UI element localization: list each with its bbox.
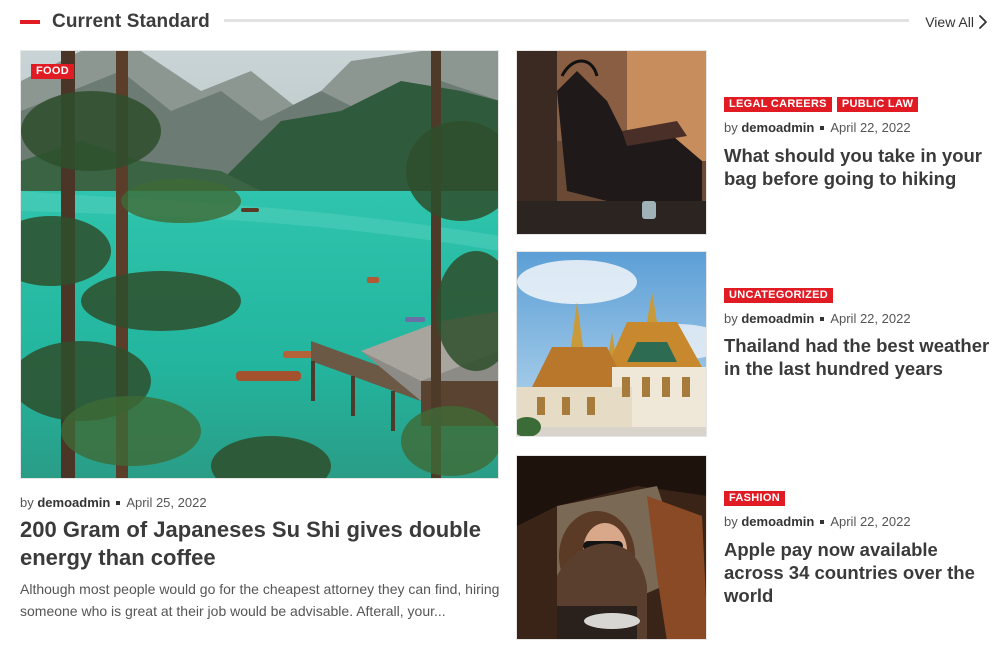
meta-separator-dot: [116, 500, 121, 505]
category-badge[interactable]: FASHION: [724, 491, 785, 506]
post-image[interactable]: [516, 251, 707, 437]
lake-with-boats-image: [21, 51, 498, 478]
meta-date[interactable]: April 22, 2022: [830, 514, 910, 529]
category-badge[interactable]: UNCATEGORIZED: [724, 288, 834, 303]
category-badge[interactable]: PUBLIC LAW: [836, 97, 919, 112]
hiking-bag-image: [517, 51, 706, 234]
meta-by-label: by: [724, 311, 738, 326]
meta-author-link[interactable]: demoadmin: [741, 120, 814, 135]
post-meta: by demoadmin April 22, 2022: [724, 514, 911, 530]
meta-by-label: by: [724, 120, 738, 135]
post-meta: by demoadmin April 22, 2022: [724, 120, 911, 136]
meta-by-label: by: [724, 514, 738, 529]
meta-author-link[interactable]: demoadmin: [37, 495, 110, 510]
woman-in-car-image: [517, 456, 706, 639]
category-badge[interactable]: FOOD: [31, 64, 74, 79]
meta-date[interactable]: April 22, 2022: [830, 311, 910, 326]
post-image[interactable]: [516, 455, 707, 640]
section-divider: [224, 19, 909, 22]
featured-title-link[interactable]: 200 Gram of Japaneses Su Shi gives doubl…: [20, 516, 490, 572]
post-category-badges: UNCATEGORIZED: [724, 288, 834, 303]
section-accent-mark: [20, 20, 40, 24]
category-badge[interactable]: LEGAL CAREERS: [724, 97, 832, 112]
view-all-link[interactable]: View All: [925, 12, 974, 32]
featured-excerpt: Although most people would go for the ch…: [20, 581, 500, 619]
meta-separator-dot: [820, 519, 825, 524]
meta-separator-dot: [820, 316, 825, 321]
post-title-link[interactable]: What should you take in your bag before …: [724, 144, 996, 190]
featured-meta: by demoadmin April 25, 2022: [20, 495, 207, 511]
meta-author-link[interactable]: demoadmin: [741, 514, 814, 529]
thai-temple-image: [517, 252, 706, 436]
post-category-badges: FASHION: [724, 491, 785, 506]
post-meta: by demoadmin April 22, 2022: [724, 311, 911, 327]
post-category-badges: LEGAL CAREERS PUBLIC LAW: [724, 97, 919, 112]
meta-date[interactable]: April 22, 2022: [830, 120, 910, 135]
chevron-right-icon[interactable]: [976, 14, 990, 30]
meta-by-label: by: [20, 495, 34, 510]
post-image[interactable]: [516, 50, 707, 235]
meta-date[interactable]: April 25, 2022: [126, 495, 206, 510]
section-title: Current Standard: [52, 11, 210, 32]
section-header: Current Standard View All: [20, 10, 992, 34]
meta-author-link[interactable]: demoadmin: [741, 311, 814, 326]
featured-image[interactable]: [20, 50, 499, 479]
post-title-link[interactable]: Apple pay now available across 34 countr…: [724, 538, 996, 607]
post-title-link[interactable]: Thailand had the best weather in the las…: [724, 334, 996, 380]
meta-separator-dot: [820, 125, 825, 130]
featured-category-badges: FOOD: [31, 61, 74, 79]
